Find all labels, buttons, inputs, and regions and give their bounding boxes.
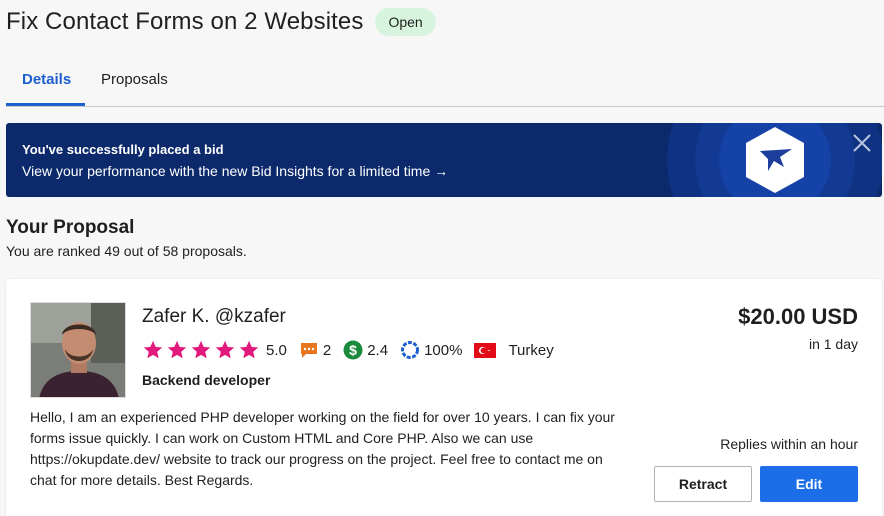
earnings-score: 2.4 (367, 341, 389, 359)
delivery-time: in 1 day (808, 336, 858, 352)
bid-insights-link[interactable]: View your performance with the new Bid I… (22, 163, 448, 179)
freelancer-handle: @kzafer (214, 306, 286, 327)
rank-text: You are ranked 49 out of 58 proposals. (6, 243, 247, 259)
freelancer-stats: 5.0 2 $ 2.4 100% Turkey (142, 339, 566, 361)
active-tab-indicator (6, 103, 85, 106)
star-icon (215, 340, 235, 359)
proposal-description: Hello, I am an experienced PHP developer… (30, 409, 615, 488)
star-icon (167, 340, 187, 359)
star-icon (239, 340, 259, 359)
tab-details[interactable]: Details (22, 71, 71, 88)
reviews-icon (300, 343, 317, 358)
title-row: Fix Contact Forms on 2 Websites Open (6, 8, 436, 36)
freelancer-name[interactable]: Zafer K. (142, 306, 210, 327)
completion-rate: 100% (424, 341, 463, 359)
completion-ring-icon (401, 341, 420, 359)
edit-button[interactable]: Edit (760, 466, 858, 502)
proposal-card: Zafer K. @kzafer 5.0 2 $ 2.4 100% Turkey… (6, 279, 882, 516)
response-time: Replies within an hour (720, 436, 858, 452)
job-title: Backend developer (142, 372, 271, 388)
banner-title: You've successfully placed a bid (22, 142, 224, 157)
freelancer-logo-icon (667, 123, 882, 197)
bid-price: $20.00 USD (738, 304, 858, 329)
tab-proposals[interactable]: Proposals (101, 71, 168, 88)
bid-insights-banner: You've successfully placed a bid View yo… (6, 123, 882, 197)
rating-value: 5.0 (266, 341, 287, 359)
freelancer-identity: Zafer K. @kzafer (142, 306, 286, 328)
star-icon (143, 340, 163, 359)
star-icon (191, 340, 211, 359)
dollar-icon: $ (343, 340, 363, 360)
retract-button[interactable]: Retract (654, 466, 752, 502)
tab-bar: Details Proposals (6, 60, 884, 107)
country-name: Turkey (508, 341, 554, 359)
reviews-count: 2 (322, 341, 332, 359)
page-title: Fix Contact Forms on 2 Websites (6, 8, 364, 35)
close-icon[interactable] (850, 131, 874, 155)
turkey-flag-icon (474, 342, 497, 358)
section-title: Your Proposal (6, 217, 135, 238)
avatar-photo (31, 303, 125, 397)
svg-text:$: $ (349, 342, 357, 358)
status-badge: Open (375, 8, 436, 36)
avatar[interactable] (30, 302, 126, 398)
rating-stars (142, 339, 262, 361)
